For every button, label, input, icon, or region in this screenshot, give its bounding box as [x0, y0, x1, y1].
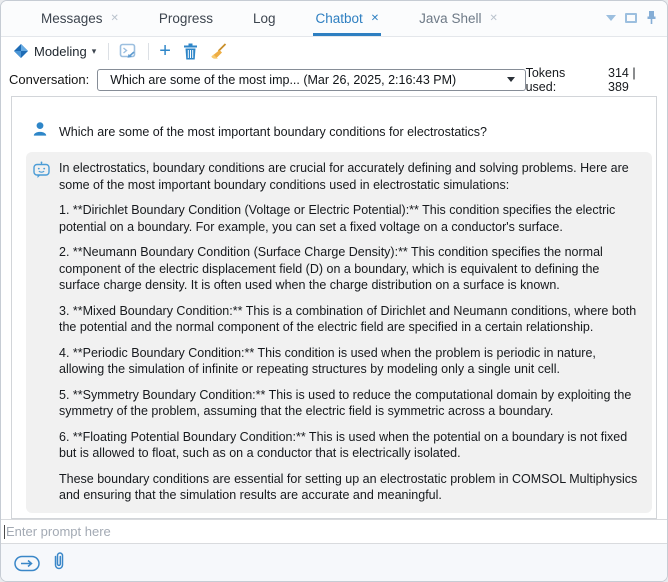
delete-trash-icon: [183, 43, 198, 60]
tab-bar: Messages ✕ Progress Log Chatbot ✕ Java S…: [1, 1, 667, 37]
chatbot-icon: [32, 161, 51, 180]
bot-paragraph: 4. **Periodic Boundary Condition:** This…: [59, 345, 642, 378]
send-arrow-icon: [14, 555, 40, 572]
prompt-window-icon: [119, 43, 138, 60]
tokens-label: Tokens used:: [526, 66, 598, 94]
tab-java-shell[interactable]: Java Shell ✕: [417, 3, 500, 36]
clear-conversation-button[interactable]: [208, 42, 229, 61]
tab-log[interactable]: Log: [251, 3, 278, 36]
conversation-bar: Conversation: Which are some of the most…: [1, 65, 667, 94]
bot-message-text: In electrostatics, boundary conditions a…: [59, 160, 642, 504]
tab-messages[interactable]: Messages ✕: [39, 3, 121, 36]
tab-label: Java Shell: [419, 11, 481, 26]
chatbot-toolbar: Modeling ▾ +: [1, 37, 667, 65]
bot-paragraph: 5. **Symmetry Boundary Condition:** This…: [59, 387, 642, 420]
conversation-select[interactable]: Which are some of the most imp... (Mar 2…: [97, 69, 525, 91]
paperclip-icon: [52, 551, 66, 571]
attach-file-button[interactable]: [52, 551, 66, 576]
text-caret: [4, 525, 5, 539]
modeling-diamond-icon: [13, 43, 29, 59]
prompt-window-button[interactable]: [117, 42, 140, 61]
tab-progress[interactable]: Progress: [157, 3, 215, 36]
new-conversation-button[interactable]: +: [157, 43, 173, 59]
tab-label: Progress: [159, 11, 213, 26]
tab-label: Chatbot: [315, 11, 362, 26]
tab-strip: Messages ✕ Progress Log Chatbot ✕ Java S…: [39, 1, 500, 36]
bot-message-bubble: In electrostatics, boundary conditions a…: [26, 152, 652, 513]
conversation-selected-value: Which are some of the most imp... (Mar 2…: [110, 73, 506, 87]
bot-paragraph: 1. **Dirichlet Boundary Condition (Volta…: [59, 202, 642, 235]
conversation-label: Conversation:: [9, 72, 89, 87]
user-avatar-icon: [32, 121, 48, 137]
panel-controls: [606, 1, 657, 34]
float-window-icon[interactable]: [625, 13, 637, 23]
modeling-label: Modeling: [34, 44, 87, 59]
close-icon[interactable]: ✕: [371, 13, 379, 24]
close-icon[interactable]: ✕: [489, 13, 497, 24]
tab-label: Messages: [41, 11, 103, 26]
modeling-dropdown-button[interactable]: Modeling ▾: [9, 41, 100, 61]
chevron-down-icon: [507, 77, 515, 82]
tab-chatbot[interactable]: Chatbot ✕: [313, 3, 381, 36]
separator: [108, 43, 109, 60]
tokens-value: 314 | 389: [608, 66, 659, 94]
user-message-text: Which are some of the most important bou…: [59, 121, 487, 140]
chevron-down-icon[interactable]: [606, 15, 616, 21]
bot-paragraph: 3. **Mixed Boundary Condition:** This is…: [59, 303, 642, 336]
chat-history-panel: Which are some of the most important bou…: [11, 96, 657, 519]
bot-paragraph: In electrostatics, boundary conditions a…: [59, 160, 642, 193]
chatbot-window: Messages ✕ Progress Log Chatbot ✕ Java S…: [0, 0, 668, 582]
clear-broom-icon: [210, 43, 227, 60]
prompt-row: [1, 519, 667, 544]
bot-paragraph: These boundary conditions are essential …: [59, 471, 642, 504]
send-prompt-button[interactable]: [14, 555, 40, 572]
delete-conversation-button[interactable]: [181, 42, 200, 61]
user-message-row: Which are some of the most important bou…: [32, 121, 656, 140]
tokens-used: Tokens used: 314 | 389: [526, 66, 659, 94]
prompt-input[interactable]: [6, 524, 667, 539]
tab-label: Log: [253, 11, 276, 26]
pin-icon[interactable]: [646, 10, 657, 25]
bot-paragraph: 2. **Neumann Boundary Condition (Surface…: [59, 244, 642, 294]
prompt-actions-bar: [1, 544, 667, 582]
bot-paragraph: 6. **Floating Potential Boundary Conditi…: [59, 429, 642, 462]
add-icon: +: [159, 44, 171, 58]
chevron-down-icon: ▾: [92, 46, 97, 57]
close-icon[interactable]: ✕: [111, 13, 119, 24]
separator: [148, 43, 149, 60]
